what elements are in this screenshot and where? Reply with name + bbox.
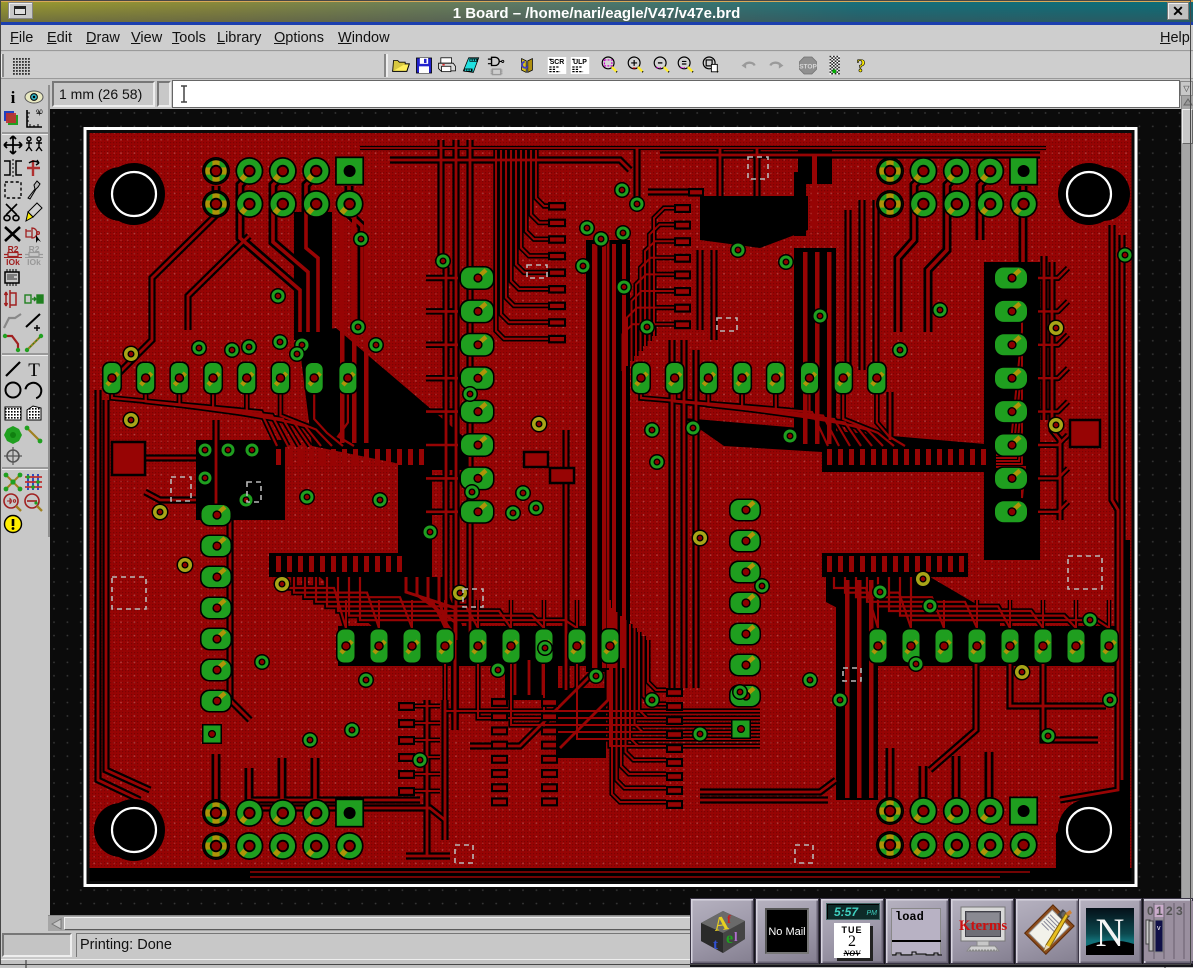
svg-text:IOk: IOk xyxy=(6,257,20,266)
svg-text:SCR: SCR xyxy=(550,59,565,66)
svg-text:IOk: IOk xyxy=(27,257,41,266)
svg-text:i: i xyxy=(11,88,16,107)
svg-text:e: e xyxy=(726,930,733,947)
svg-text:2: 2 xyxy=(1166,904,1173,918)
svg-text:1: 1 xyxy=(1156,904,1163,918)
svg-text:0: 0 xyxy=(1147,904,1154,918)
svg-text:STOP: STOP xyxy=(799,64,817,71)
svg-text:90: 90 xyxy=(36,110,43,116)
svg-text:l: l xyxy=(734,929,738,944)
svg-text:N: N xyxy=(1096,910,1125,955)
svg-text:t: t xyxy=(713,937,718,953)
svg-text:ULP: ULP xyxy=(573,59,587,66)
svg-text:?: ? xyxy=(856,56,865,76)
svg-text:v: v xyxy=(1157,925,1161,932)
svg-text:T: T xyxy=(28,360,40,380)
svg-text:3: 3 xyxy=(1176,904,1183,918)
svg-text:Kterms: Kterms xyxy=(959,918,1007,934)
